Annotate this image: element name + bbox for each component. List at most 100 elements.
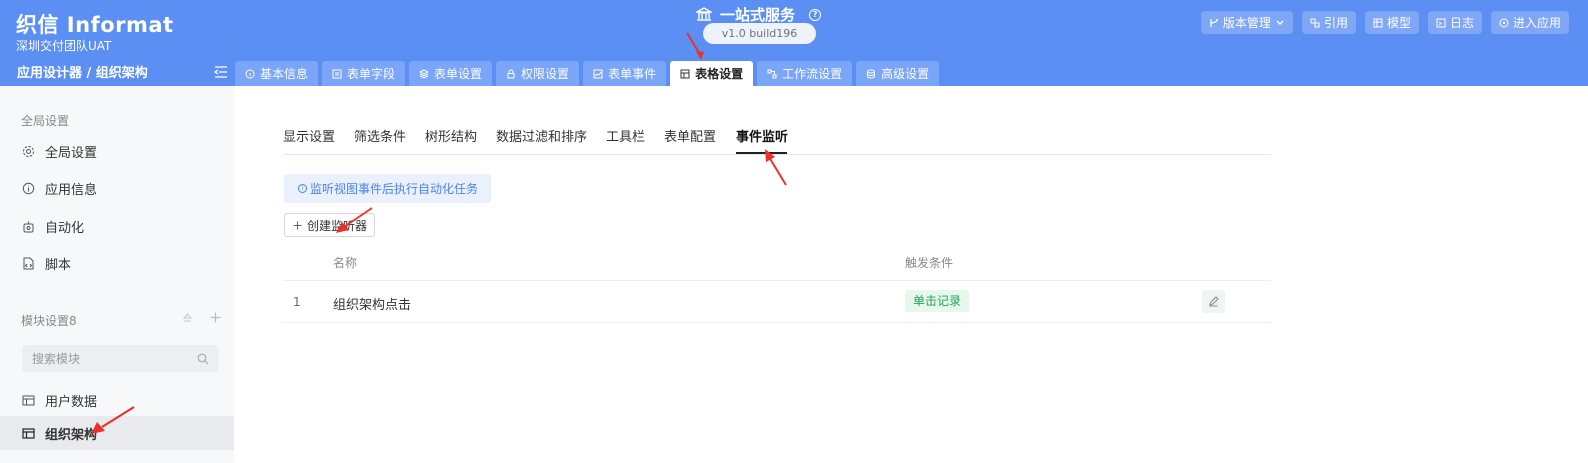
search-placeholder: 搜索模块 — [32, 352, 81, 366]
database-icon — [867, 69, 876, 79]
app-logo: 织信 Informat — [16, 13, 174, 37]
sidebar-item-automation[interactable]: 自动化 — [0, 209, 234, 243]
upload-icon[interactable] — [182, 312, 193, 323]
tab-form-settings[interactable]: 表单设置 — [409, 61, 493, 86]
sidebar-item-label: 全局设置 — [45, 145, 98, 161]
sidebar-item-user-data[interactable]: 用户数据 — [0, 383, 234, 417]
edit-icon — [1209, 296, 1219, 307]
plus-icon — [293, 221, 302, 229]
table-icon — [680, 69, 690, 78]
bank-icon — [696, 7, 712, 21]
event-icon — [593, 69, 603, 78]
reference-button[interactable]: 引用 — [1301, 11, 1356, 34]
table-icon — [22, 395, 35, 405]
info-icon — [22, 182, 35, 194]
tab-form-events[interactable]: 表单事件 — [583, 61, 667, 86]
tab-label: 工作流设置 — [782, 67, 843, 81]
tab-form-fields[interactable]: 表单字段 — [322, 61, 406, 86]
model-label: 模型 — [1386, 16, 1411, 30]
info-banner: i 监听视图事件后执行自动化任务 — [284, 174, 491, 203]
sidebar-item-label: 脚本 — [45, 257, 72, 273]
subtab-toolbar[interactable]: 工具栏 — [606, 126, 645, 145]
enter-app-label: 进入应用 — [1512, 16, 1561, 30]
trigger-badge: 单击记录 — [905, 290, 970, 312]
sidebar: 全局设置 全局设置 应用信息 自动化 脚本 模块设置8 搜索模块 用户数据 组织… — [0, 86, 234, 463]
collapse-sidebar-icon[interactable] — [214, 66, 228, 78]
add-module-icon[interactable] — [210, 312, 221, 323]
sidebar-item-label: 组织架构 — [45, 427, 98, 443]
column-header-name: 名称 — [333, 256, 358, 270]
help-icon[interactable]: ? — [809, 8, 822, 21]
subtab-filter[interactable]: 筛选条件 — [354, 126, 406, 145]
version-manage-label: 版本管理 — [1222, 16, 1271, 30]
lock-icon — [507, 69, 515, 78]
sidebar-item-script[interactable]: 脚本 — [0, 246, 234, 280]
edit-listener-button[interactable] — [1202, 290, 1225, 313]
info-icon — [245, 69, 255, 78]
enter-icon — [1499, 18, 1509, 27]
table-settings-subtabs: 显示设置 筛选条件 树形结构 数据过滤和排序 工具栏 表单配置 事件监听 — [283, 126, 1271, 155]
tab-table-settings[interactable]: 表格设置 — [670, 61, 754, 86]
module-actions — [182, 312, 221, 323]
sidebar-item-global-settings[interactable]: 全局设置 — [0, 134, 234, 168]
column-header-trigger: 触发条件 — [905, 256, 954, 270]
active-subtab-indicator — [736, 152, 787, 154]
tab-basic-info[interactable]: 基本信息 — [235, 61, 319, 86]
script-icon — [23, 257, 34, 269]
sidebar-item-app-info[interactable]: 应用信息 — [0, 171, 234, 205]
subtab-tree[interactable]: 树形结构 — [425, 126, 477, 145]
log-button[interactable]: 日志 — [1427, 11, 1482, 34]
log-icon — [1436, 18, 1446, 27]
chevron-down-icon — [1276, 20, 1284, 25]
sidebar-item-label: 应用信息 — [45, 182, 98, 198]
tab-workflow-settings[interactable]: 工作流设置 — [757, 61, 853, 86]
listener-table-header: 名称 触发条件 — [283, 243, 1271, 281]
tab-label: 高级设置 — [881, 67, 930, 81]
sidebar-item-label: 自动化 — [45, 220, 85, 236]
subtab-form-config[interactable]: 表单配置 — [664, 126, 716, 145]
create-listener-label: 创建监听器 — [307, 218, 368, 233]
version-badge: v1.0 build196 — [703, 23, 816, 44]
tab-advanced-settings[interactable]: 高级设置 — [856, 61, 940, 86]
sidebar-item-org-structure[interactable]: 组织架构 — [0, 416, 234, 450]
reference-label: 引用 — [1323, 16, 1348, 30]
app-header: 织信 Informat 深圳交付团队UAT 应用设计器 / 组织架构 一站式服务… — [0, 0, 1588, 86]
form-field-icon — [332, 69, 342, 78]
log-label: 日志 — [1449, 16, 1474, 30]
tab-label: 表单字段 — [347, 67, 396, 81]
gear-icon — [23, 145, 34, 157]
header-actions: 版本管理 引用 模型 日志 进入应用 — [1200, 11, 1569, 34]
create-listener-button[interactable]: 创建监听器 — [284, 213, 375, 237]
global-section-title: 全局设置 — [21, 114, 70, 128]
model-button[interactable]: 模型 — [1364, 11, 1419, 34]
layers-icon — [419, 68, 430, 79]
enter-app-button[interactable]: 进入应用 — [1490, 11, 1569, 34]
tab-label: 表单设置 — [434, 67, 483, 81]
team-name: 深圳交付团队UAT — [16, 39, 112, 53]
app-title: 一站式服务 — [720, 6, 796, 24]
breadcrumb: 应用设计器 / 组织架构 — [17, 66, 148, 81]
app-title-group: 一站式服务 ? — [696, 4, 822, 25]
branch-icon — [1210, 18, 1218, 27]
subtab-display[interactable]: 显示设置 — [283, 126, 335, 145]
reference-icon — [1310, 18, 1320, 27]
version-manage-button[interactable]: 版本管理 — [1200, 11, 1293, 34]
row-index: 1 — [293, 295, 301, 309]
table-icon — [22, 427, 35, 439]
designer-tabs: 基本信息 表单字段 表单设置 权限设置 表单事件 表格设置 工作流设置 高级设置 — [235, 61, 940, 86]
table-row[interactable]: 1 组织架构点击 单击记录 — [283, 281, 1271, 323]
module-section-title: 模块设置8 — [21, 314, 77, 328]
workflow-icon — [767, 69, 777, 78]
listener-name: 组织架构点击 — [333, 298, 412, 313]
model-icon — [1373, 18, 1383, 27]
tab-permissions[interactable]: 权限设置 — [496, 61, 580, 86]
tab-label: 权限设置 — [521, 67, 570, 81]
subtab-data-filter-sort[interactable]: 数据过滤和排序 — [496, 126, 587, 145]
subtab-event-listener[interactable]: 事件监听 — [736, 126, 788, 145]
tab-label: 表格设置 — [695, 67, 744, 81]
module-search-input[interactable]: 搜索模块 — [22, 345, 219, 372]
search-icon — [197, 353, 209, 364]
tab-label: 基本信息 — [260, 67, 309, 81]
info-text: 监听视图事件后执行自动化任务 — [310, 182, 479, 196]
sidebar-item-label: 用户数据 — [45, 394, 98, 410]
